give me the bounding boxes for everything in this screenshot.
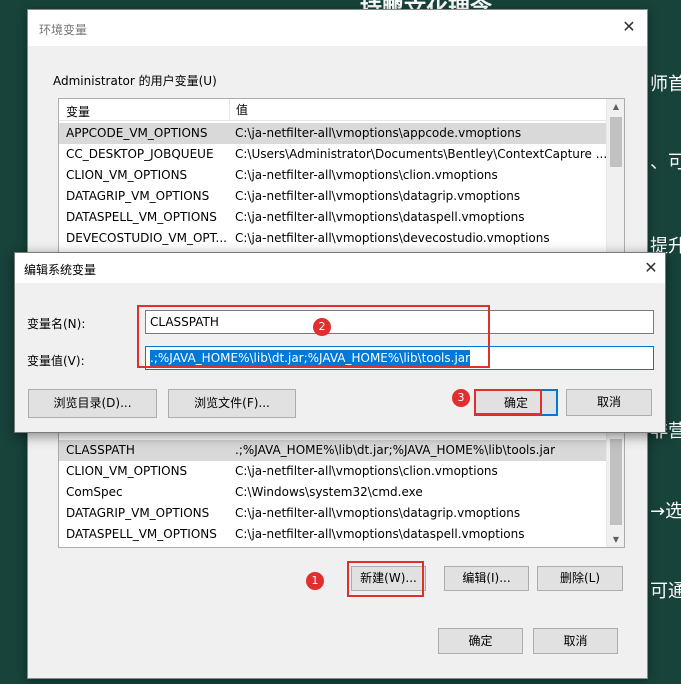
ok-button-label: 确定 [468,634,493,648]
annotation-badge-3: 3 [452,389,470,407]
edit-cancel-button[interactable]: 取消 [566,389,652,416]
variable-name-label: 变量名(N): [27,317,86,331]
table-row[interactable]: DATASPELL_VM_OPTIONS C:\ja-netfilter-all… [59,524,606,545]
system-variables-list[interactable]: CLASSPATH .;%JAVA_HOME%\lib\dt.jar;%JAVA… [58,430,625,548]
cancel-button[interactable]: 取消 [533,628,618,654]
variable-value: C:\Windows\system32\cmd.exe [235,485,423,499]
scrollbar-thumb[interactable] [610,439,622,525]
table-row[interactable]: DEVECOSTUDIO_VM_OPT... C:\ja-netfilter-a… [59,228,606,249]
vertical-scrollbar[interactable]: ▲ [606,99,624,257]
variable-name: DATASPELL_VM_OPTIONS [66,527,217,541]
close-icon[interactable]: ✕ [637,255,665,281]
variable-name: CC_DESKTOP_JOBQUEUE [66,147,214,161]
variable-value: C:\ja-netfilter-all\vmoptions\datagrip.v… [235,189,521,203]
variable-value: C:\ja-netfilter-all\vmoptions\dataspell.… [235,527,525,541]
arrow-up-icon[interactable]: ▲ [607,99,624,115]
arrow-down-icon[interactable]: ▼ [607,532,624,547]
variable-name: DEVECOSTUDIO_VM_OPT... [66,231,227,245]
edit-cancel-button-label: 取消 [596,395,621,409]
variable-name: ComSpec [66,485,123,499]
user-variables-list[interactable]: 变量 值 APPCODE_VM_OPTIONS C:\ja-netfilter-… [58,98,625,258]
edit-button-label: 编辑(I)... [462,571,511,585]
bg-fragment: 、可 [650,152,681,173]
delete-button-label: 删除(L) [559,571,601,585]
annotation-badge-1: 1 [306,572,324,590]
variable-name: CLION_VM_OPTIONS [66,168,188,182]
table-row[interactable]: CLION_VM_OPTIONS C:\ja-netfilter-all\vmo… [59,461,606,482]
annotation-box-new [347,561,424,597]
cancel-button-label: 取消 [563,634,588,648]
variable-value: C:\ja-netfilter-all\vmoptions\devecostud… [235,231,550,245]
dialog-title: 环境变量 [39,23,88,37]
browse-file-button[interactable]: 浏览文件(F)... [168,389,296,418]
variable-value: C:\ja-netfilter-all\vmoptions\clion.vmop… [235,168,498,182]
browse-file-label: 浏览文件(F)... [194,396,270,410]
dialog-title-bar: 编辑系统变量 ✕ [15,253,665,283]
bg-fragment: 师首 [650,74,681,95]
bg-fragment: 可通 [650,581,681,602]
table-row[interactable]: APPCODE_VM_OPTIONS C:\ja-netfilter-all\v… [59,123,606,144]
variable-name: DATAGRIP_VM_OPTIONS [66,506,210,520]
variable-value: C:\ja-netfilter-all\vmoptions\clion.vmop… [235,464,498,478]
dialog-title: 编辑系统变量 [24,263,97,277]
variable-value: C:\ja-netfilter-all\vmoptions\appcode.vm… [235,126,522,140]
variable-value: C:\ja-netfilter-all\vmoptions\dataspell.… [235,210,525,224]
edit-button[interactable]: 编辑(I)... [444,566,529,591]
dialog-title-bar: 环境变量 ✕ [28,10,647,46]
scrollbar-thumb[interactable] [610,117,622,167]
variable-value: C:\ja-netfilter-all\vmoptions\datagrip.v… [235,506,521,520]
user-variables-label: Administrator 的用户变量(U) [53,74,217,88]
close-icon[interactable]: ✕ [615,14,643,40]
variable-name: CLASSPATH [66,443,135,457]
variable-name: DATASPELL_VM_OPTIONS [66,210,217,224]
variable-value-label: 变量值(V): [27,354,85,368]
table-row[interactable]: ComSpec C:\Windows\system32\cmd.exe [59,482,606,503]
table-row[interactable]: DATAGRIP_VM_OPTIONS C:\ja-netfilter-all\… [59,503,606,524]
table-row[interactable]: DATASPELL_VM_OPTIONS C:\ja-netfilter-all… [59,207,606,228]
column-header-name[interactable]: 变量 [66,103,90,120]
variable-value: C:\Users\Administrator\Documents\Bentley… [235,147,608,161]
delete-button[interactable]: 删除(L) [537,566,623,591]
variable-name: CLION_VM_OPTIONS [66,464,188,478]
list-header: 变量 值 [59,99,606,121]
table-row[interactable]: DATAGRIP_VM_OPTIONS C:\ja-netfilter-all\… [59,186,606,207]
ok-button[interactable]: 确定 [438,628,523,654]
column-header-value[interactable]: 值 [229,99,248,121]
browse-directory-label: 浏览目录(D)... [53,396,132,410]
table-row[interactable]: CLASSPATH .;%JAVA_HOME%\lib\dt.jar;%JAVA… [59,440,606,461]
variable-name: APPCODE_VM_OPTIONS [66,126,208,140]
annotation-box-fields [137,305,490,368]
variable-value: .;%JAVA_HOME%\lib\dt.jar;%JAVA_HOME%\lib… [235,443,556,457]
table-row[interactable]: CC_DESKTOP_JOBQUEUE C:\Users\Administrat… [59,144,608,165]
variable-name: DATAGRIP_VM_OPTIONS [66,189,210,203]
browse-directory-button[interactable]: 浏览目录(D)... [28,389,157,418]
annotation-badge-2: 2 [313,318,331,336]
table-row[interactable]: CLION_VM_OPTIONS C:\ja-netfilter-all\vmo… [59,165,606,186]
vertical-scrollbar[interactable]: ▼ [606,431,624,547]
annotation-box-ok [474,389,542,415]
bg-fragment: →选 [650,501,681,522]
